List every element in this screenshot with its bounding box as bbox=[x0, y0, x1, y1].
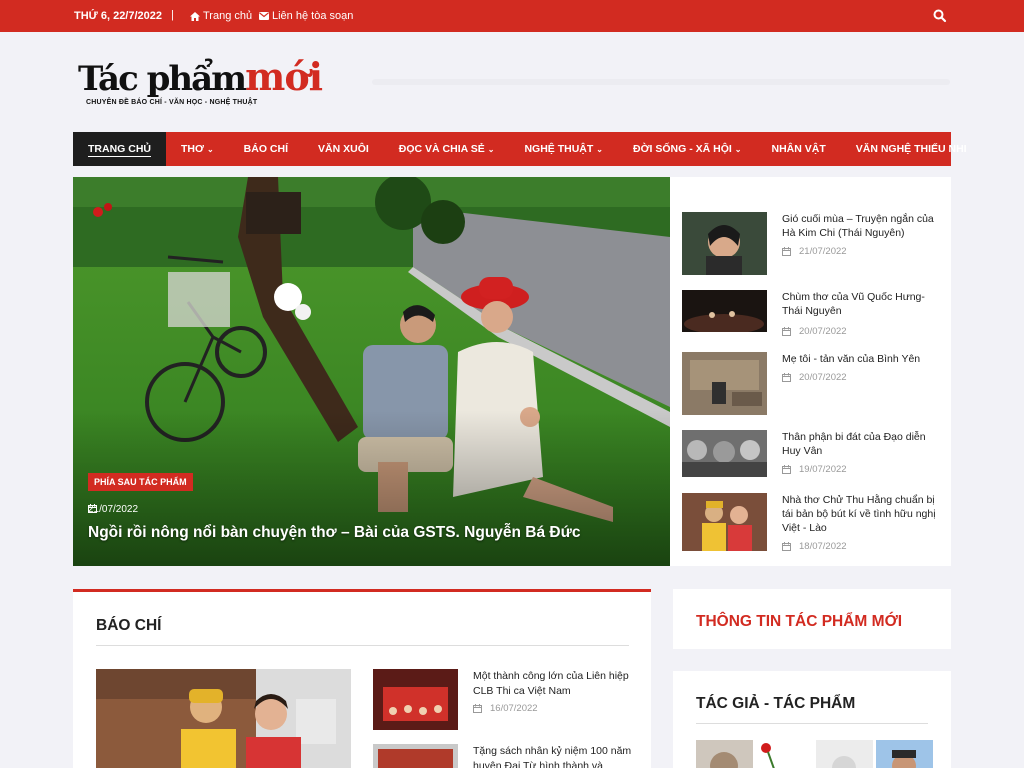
article-thumbnail[interactable] bbox=[682, 212, 767, 275]
widget-new-works-info: THÔNG TIN TÁC PHẨM MỚI bbox=[673, 589, 951, 649]
section-bao-chi: BÁO CHÍ Một thành công lớn của Liên hiệp… bbox=[73, 589, 651, 768]
nav-item-label: ĐỜI SỐNG - XÃ HỘI bbox=[633, 143, 732, 155]
envelope-icon bbox=[259, 12, 269, 20]
nav-item[interactable]: ĐỜI SỐNG - XÃ HỘI ⌄ bbox=[618, 132, 757, 166]
author-thumb[interactable] bbox=[876, 740, 933, 768]
article-title[interactable]: Một thành công lớn của Liên hiệp CLB Thi… bbox=[473, 669, 633, 699]
nav-item[interactable]: NGHỆ THUẬT ⌄ bbox=[509, 132, 618, 166]
logo-tagline: CHUYÊN ĐỀ BÁO CHÍ - VĂN HỌC - NGHỆ THUẬT bbox=[86, 99, 258, 106]
nav-item-label: VĂN NGHỆ THIẾU NHI bbox=[855, 143, 967, 155]
author-thumb[interactable] bbox=[816, 740, 873, 768]
nav-item[interactable]: ĐỌC VÀ CHIA SẺ ⌄ bbox=[384, 132, 510, 166]
article-date: 19/07/2022 bbox=[782, 464, 847, 475]
nav-item-label: VĂN XUÔI bbox=[318, 143, 369, 155]
widget-divider bbox=[696, 723, 928, 724]
article-date: 18/07/2022 bbox=[782, 541, 847, 552]
article-date: 16/07/2022 bbox=[473, 703, 538, 714]
article-title[interactable]: Mẹ tôi - tản văn của Bình Yên bbox=[782, 352, 942, 366]
nav-item[interactable]: NHÂN VẬT bbox=[757, 132, 841, 166]
current-date: THỨ 6, 22/7/2022 bbox=[74, 10, 163, 22]
calendar-icon bbox=[782, 465, 791, 474]
nav-item-label: NHÂN VẬT bbox=[771, 143, 826, 155]
calendar-icon bbox=[88, 504, 97, 513]
calendar-icon bbox=[782, 373, 791, 382]
article-date-text: 21/07/2022 bbox=[799, 246, 847, 257]
calendar-icon bbox=[782, 542, 791, 551]
calendar-icon bbox=[473, 704, 482, 713]
widget-title[interactable]: TÁC GIẢ - TÁC PHẨM bbox=[696, 695, 855, 713]
article-title[interactable]: Tặng sách nhân kỷ niệm 100 năm huyện Đại… bbox=[473, 744, 633, 768]
article-title[interactable]: Nhà thơ Chử Thu Hằng chuẩn bị tái bản bộ… bbox=[782, 493, 942, 535]
home-link-label: Trang chủ bbox=[203, 10, 253, 22]
widget-title[interactable]: THÔNG TIN TÁC PHẨM MỚI bbox=[696, 613, 902, 631]
article-thumbnail[interactable] bbox=[682, 430, 767, 477]
article-title[interactable]: Chùm thơ của Vũ Quốc Hưng-Thái Nguyên bbox=[782, 290, 942, 318]
nav-item-label: BÁO CHÍ bbox=[243, 143, 289, 155]
article-date-text: 18/07/2022 bbox=[799, 541, 847, 552]
article-thumbnail[interactable] bbox=[373, 669, 458, 730]
author-thumbnails bbox=[696, 740, 933, 768]
logo-wordmark: Tác phẩmmới bbox=[78, 54, 323, 105]
article-thumbnail[interactable] bbox=[682, 493, 767, 551]
calendar-icon bbox=[782, 247, 791, 256]
logo-word-2: mới bbox=[245, 54, 323, 99]
hero-category-badge[interactable]: PHÍA SAU TÁC PHẨM bbox=[88, 473, 193, 491]
section-heading[interactable]: BÁO CHÍ bbox=[96, 617, 161, 635]
article-date-text: 16/07/2022 bbox=[490, 703, 538, 714]
featured-photo bbox=[96, 669, 351, 768]
widget-authors: TÁC GIẢ - TÁC PHẨM bbox=[673, 671, 951, 768]
chevron-down-icon: ⌄ bbox=[596, 144, 603, 154]
home-icon bbox=[190, 11, 200, 21]
hero-image bbox=[73, 177, 670, 566]
chevron-down-icon: ⌄ bbox=[487, 144, 495, 154]
article-title[interactable]: Thân phận bi đát của Đạo diễn Huy Vân bbox=[782, 430, 942, 458]
nav-item[interactable]: VĂN XUÔI bbox=[303, 132, 384, 166]
nav-item-label: THƠ bbox=[181, 143, 204, 155]
main-nav: TRANG CHỦ THƠ ⌄ BÁO CHÍ VĂN XUÔI ĐỌC VÀ CHIA … bbox=[73, 132, 967, 166]
calendar-icon bbox=[782, 327, 791, 336]
nav-item[interactable]: TRANG CHỦ bbox=[73, 132, 166, 166]
nav-item[interactable]: BÁO CHÍ bbox=[229, 132, 303, 166]
hero-article[interactable]: PHÍA SAU TÁC PHẨM 21/07/2022 Ngồi rồi nô… bbox=[73, 177, 670, 566]
home-link[interactable]: Trang chủ bbox=[190, 10, 252, 22]
contact-link-label: Liên hệ tòa soạn bbox=[272, 10, 354, 22]
nav-item-label: TRANG CHỦ bbox=[88, 143, 151, 155]
article-thumbnail[interactable] bbox=[682, 352, 767, 415]
nav-item[interactable]: VĂN NGHỆ THIẾU NHI bbox=[841, 132, 982, 166]
article-date-text: 19/07/2022 bbox=[799, 464, 847, 475]
logo-word-1: Tác phẩm bbox=[78, 59, 247, 99]
latest-posts-list: Gió cuối mùa – Truyện ngắn của Hà Kim Ch… bbox=[670, 177, 951, 566]
site-logo[interactable]: Tác phẩmmới CHUYÊN ĐỀ BÁO CHÍ - VĂN HỌC … bbox=[78, 57, 323, 112]
author-thumb[interactable] bbox=[696, 740, 753, 768]
chevron-down-icon: ⌄ bbox=[734, 144, 742, 154]
article-thumbnail[interactable] bbox=[373, 744, 458, 768]
article-date: 20/07/2022 bbox=[782, 372, 847, 383]
article-title[interactable]: Gió cuối mùa – Truyện ngắn của Hà Kim Ch… bbox=[782, 212, 942, 240]
featured-article-image[interactable] bbox=[96, 669, 351, 768]
nav-item-label: ĐỌC VÀ CHIA SẺ bbox=[398, 143, 485, 155]
author-thumb[interactable] bbox=[756, 740, 813, 768]
article-thumbnail[interactable] bbox=[682, 290, 767, 332]
header-banner-placeholder bbox=[372, 79, 950, 85]
hero-date: 21/07/2022 bbox=[88, 504, 138, 515]
hero-title[interactable]: Ngồi rồi nông nổi bàn chuyện thơ – Bài c… bbox=[88, 524, 580, 542]
contact-link[interactable]: Liên hệ tòa soạn bbox=[259, 10, 353, 22]
nav-item-label: NGHỆ THUẬT bbox=[524, 143, 594, 155]
search-icon[interactable] bbox=[933, 9, 947, 23]
section-divider bbox=[96, 645, 629, 646]
article-date: 21/07/2022 bbox=[782, 246, 847, 257]
top-bar-separator: | bbox=[171, 9, 174, 21]
article-date-text: 20/07/2022 bbox=[799, 326, 847, 337]
top-bar: THỨ 6, 22/7/2022 | Trang chủ Liên hệ tòa… bbox=[0, 0, 1024, 32]
chevron-down-icon: ⌄ bbox=[206, 144, 214, 154]
nav-item[interactable]: THƠ ⌄ bbox=[166, 132, 229, 166]
article-date: 20/07/2022 bbox=[782, 326, 847, 337]
article-date-text: 20/07/2022 bbox=[799, 372, 847, 383]
